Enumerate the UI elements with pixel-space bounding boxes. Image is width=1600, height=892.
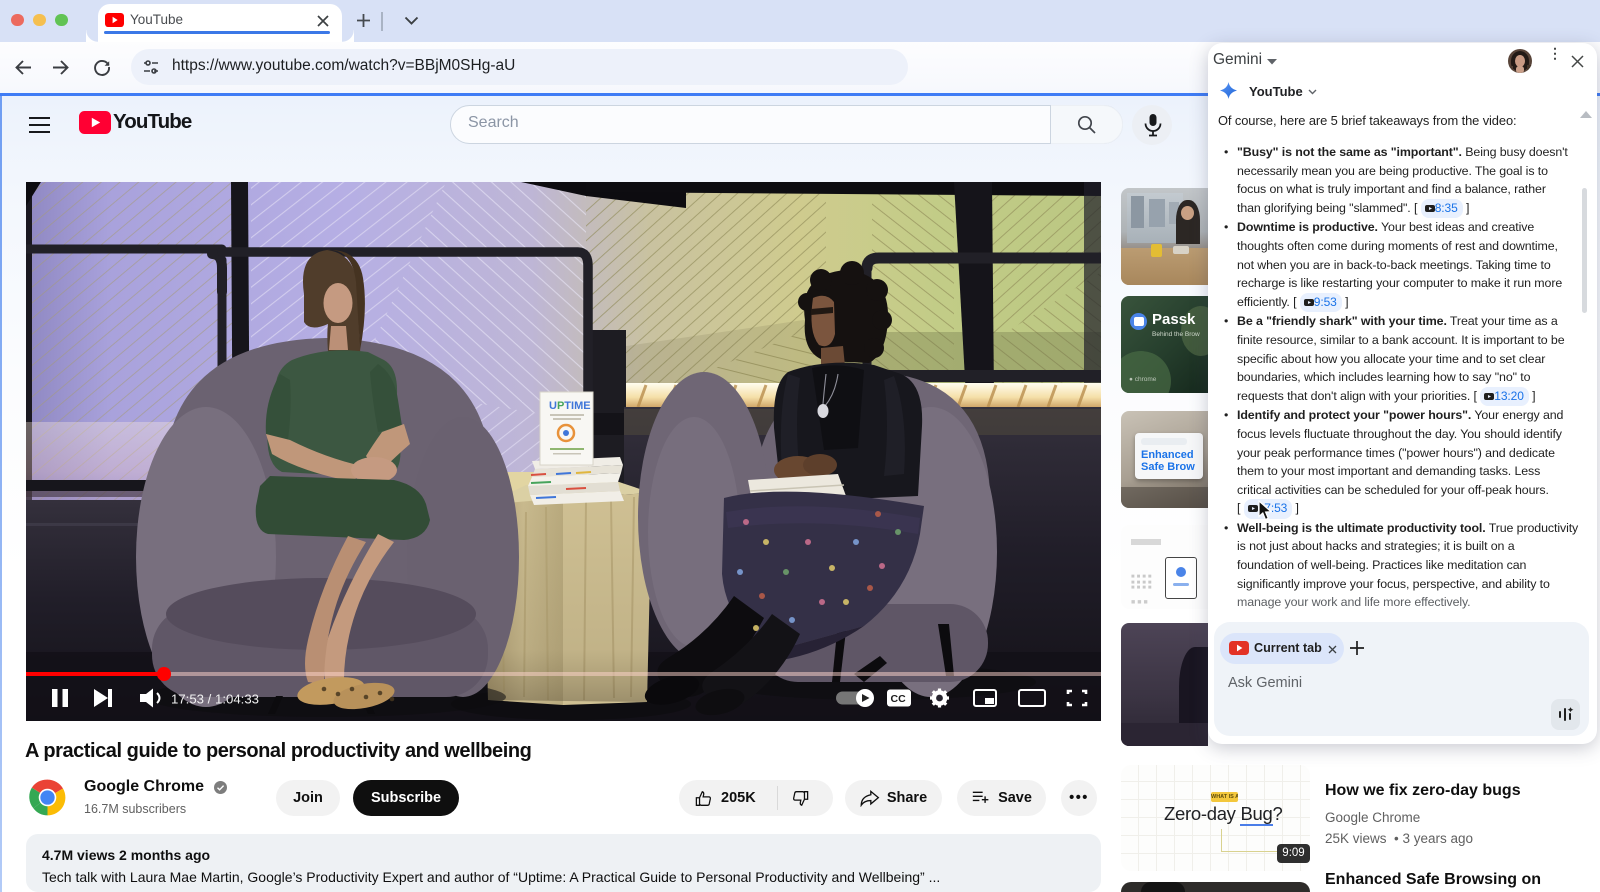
- svg-text:17:53 / 1:04:33: 17:53 / 1:04:33: [171, 692, 259, 707]
- svg-text:UPTIME: UPTIME: [549, 400, 591, 412]
- svg-text:CC: CC: [891, 693, 907, 705]
